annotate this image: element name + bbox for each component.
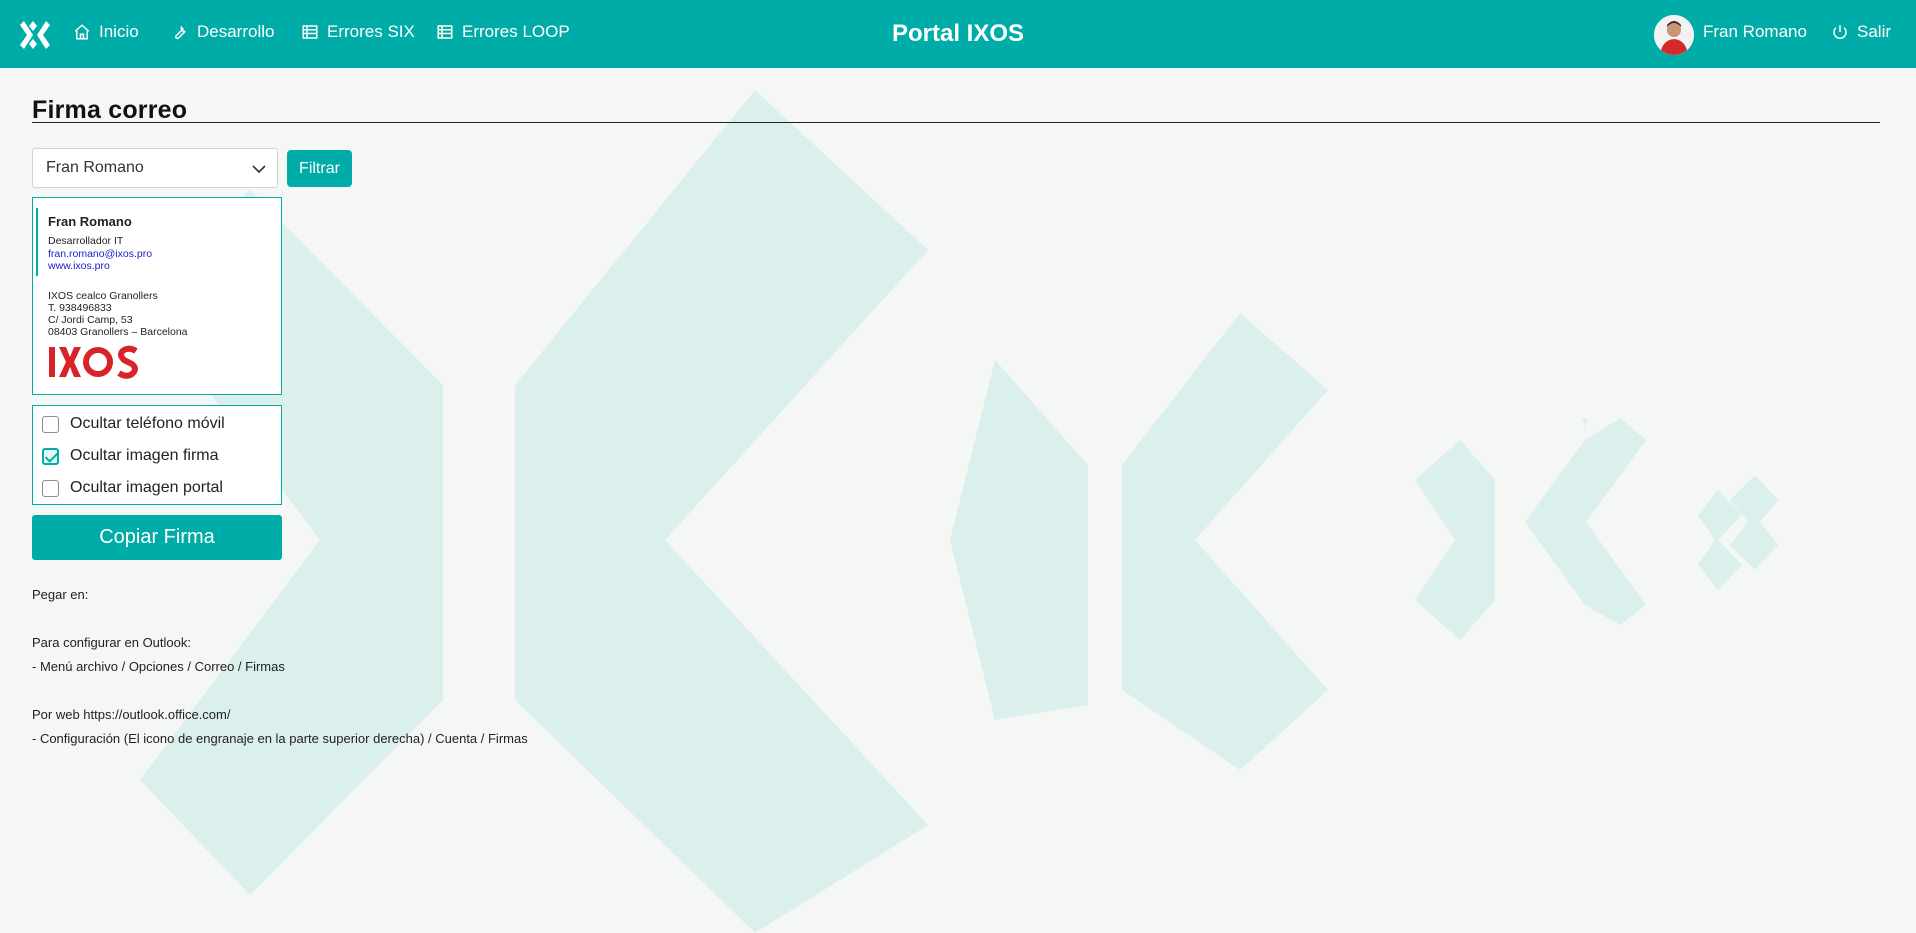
ixos-signature-logo	[49, 345, 138, 379]
web-heading: Por web https://outlook.office.com/	[32, 707, 231, 722]
outlook-path: - Menú archivo / Opciones / Correo / Fir…	[32, 659, 285, 674]
signature-preview: Fran Romano Desarrollador IT fran.romano…	[32, 197, 282, 395]
checkbox-hide-mobile[interactable]	[42, 415, 59, 433]
home-icon	[74, 24, 90, 40]
checkbox-hide-portal-image[interactable]	[42, 479, 59, 497]
page-app-title: Portal IXOS	[891, 20, 1025, 47]
user-avatar[interactable]	[1654, 15, 1694, 55]
page-title: Firma correo	[32, 96, 188, 124]
nav-item-errores-six[interactable]: Errores SIX	[301, 22, 415, 42]
signature-role: Desarrollador IT	[48, 235, 124, 247]
user-select[interactable]: Fran Romano	[32, 148, 278, 188]
ixos-logo-icon[interactable]	[20, 21, 50, 49]
nav-item-label: Errores LOOP	[462, 22, 570, 41]
signature-company: IXOS cealco Granollers	[48, 290, 158, 302]
background-watermark-logo	[140, 90, 1778, 933]
web-path: - Configuración (El icono de engranaje e…	[32, 731, 528, 746]
nav-item-label: Errores SIX	[327, 22, 415, 41]
logout-label: Salir	[1857, 22, 1892, 41]
signature-accent-bar	[36, 208, 38, 276]
signature-city: 08403 Granollers – Barcelona	[48, 326, 188, 338]
user-select-value: Fran Romano	[46, 159, 144, 176]
nav-item-label: Inicio	[99, 22, 139, 41]
nav-item-label: Desarrollo	[197, 22, 275, 41]
nav-item-errores-loop[interactable]: Errores LOOP	[436, 22, 570, 42]
user-menu[interactable]: Fran Romano	[1703, 22, 1807, 42]
paste-in-label: Pegar en:	[32, 587, 89, 602]
outlook-heading: Para configurar en Outlook:	[32, 635, 191, 650]
option-label: Ocultar imagen firma	[70, 447, 219, 464]
title-divider	[32, 122, 1880, 123]
option-hide-portal-image[interactable]: Ocultar imagen portal	[42, 479, 223, 497]
signature-name: Fran Romano	[48, 214, 132, 229]
logout-button[interactable]: Salir	[1831, 22, 1891, 42]
option-label: Ocultar imagen portal	[70, 479, 223, 496]
table-icon	[437, 25, 453, 39]
option-label: Ocultar teléfono móvil	[70, 415, 225, 432]
signature-street: C/ Jordi Camp, 53	[48, 314, 133, 326]
option-hide-mobile[interactable]: Ocultar teléfono móvil	[42, 415, 225, 433]
user-name: Fran Romano	[1703, 22, 1807, 41]
checkbox-hide-signature-image[interactable]	[42, 447, 59, 465]
top-navbar: Inicio Desarrollo Errores SIX Errores LO…	[0, 0, 1916, 68]
wrench-icon	[175, 25, 186, 40]
table-icon	[302, 25, 318, 39]
power-icon	[1833, 25, 1847, 39]
nav-item-inicio[interactable]: Inicio	[73, 22, 139, 42]
option-hide-signature-image[interactable]: Ocultar imagen firma	[42, 447, 219, 465]
chevron-down-icon	[252, 165, 266, 174]
signature-email-link[interactable]: fran.romano@ixos.pro	[48, 248, 152, 260]
copy-signature-button[interactable]: Copiar Firma	[32, 515, 282, 560]
signature-options: Ocultar teléfono móvil Ocultar imagen fi…	[32, 405, 282, 505]
signature-website-link[interactable]: www.ixos.pro	[48, 260, 110, 272]
nav-item-desarrollo[interactable]: Desarrollo	[171, 22, 274, 42]
signature-phone: T. 938496833	[48, 302, 112, 314]
filter-button[interactable]: Filtrar	[287, 150, 352, 187]
